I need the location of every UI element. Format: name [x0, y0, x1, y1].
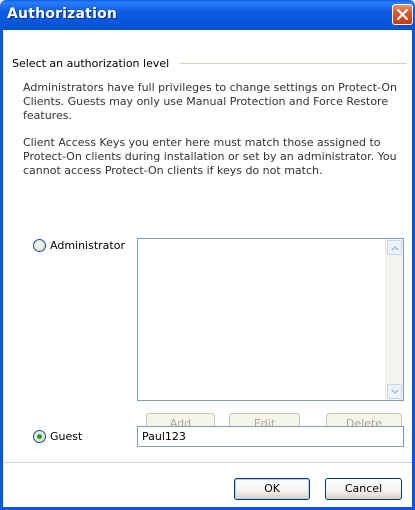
administrator-radio[interactable]: [33, 239, 46, 252]
ok-button[interactable]: OK: [234, 478, 310, 500]
group-divider: [180, 63, 407, 64]
guest-label[interactable]: Guest: [50, 430, 82, 443]
authorization-dialog: Authorization Select an authorization le…: [0, 0, 415, 510]
group-label: Select an authorization level: [12, 57, 170, 70]
footer-separator: [3, 462, 412, 463]
close-icon: [397, 9, 408, 20]
guest-radio[interactable]: [33, 430, 46, 443]
close-button[interactable]: [392, 4, 413, 25]
administrator-keys-list[interactable]: [137, 238, 404, 401]
dialog-body: Select an authorization level Administra…: [3, 30, 412, 507]
access-keys-description: Client Access Keys you enter here must m…: [23, 136, 397, 177]
guest-key-input[interactable]: [137, 426, 404, 447]
scroll-up-button[interactable]: [387, 240, 402, 255]
keys-list-scrollbar[interactable]: [385, 239, 403, 400]
chevron-up-icon: [391, 245, 399, 251]
cancel-button[interactable]: Cancel: [325, 478, 402, 500]
administrator-label[interactable]: Administrator: [50, 239, 125, 252]
chevron-down-icon: [391, 389, 399, 395]
scroll-down-button[interactable]: [387, 384, 402, 399]
title-bar[interactable]: Authorization: [0, 0, 415, 30]
window-title: Authorization: [7, 6, 118, 22]
privileges-description: Administrators have full privileges to c…: [23, 81, 397, 122]
